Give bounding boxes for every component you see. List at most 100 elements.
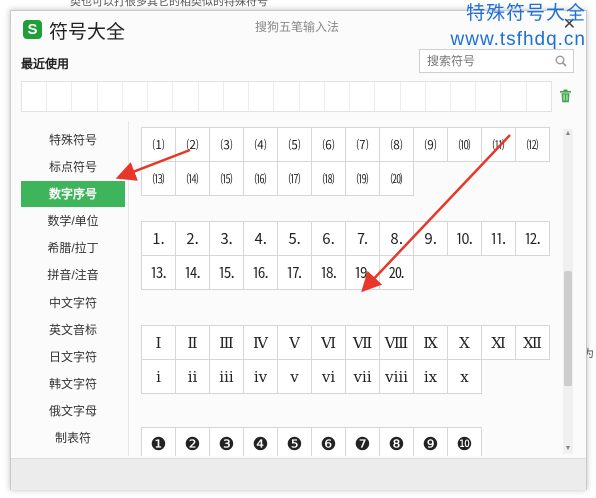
symbol-cell[interactable]: ❸ (209, 427, 244, 456)
symbol-cell[interactable]: ⒒ (481, 221, 516, 256)
symbol-cell[interactable]: Ⅷ (379, 325, 414, 360)
recent-slot[interactable] (501, 82, 527, 111)
symbol-cell[interactable]: ⒈ (141, 221, 176, 256)
recent-slot[interactable] (401, 82, 426, 111)
symbol-cell[interactable]: Ⅳ (243, 325, 278, 360)
symbol-cell[interactable]: ❾ (413, 427, 448, 456)
symbol-cell[interactable]: Ⅱ (175, 325, 210, 360)
recent-slot[interactable] (451, 82, 477, 111)
search-input[interactable] (420, 50, 547, 72)
symbol-cell[interactable]: ❿ (447, 427, 482, 456)
symbol-cell[interactable]: ⒕ (175, 255, 210, 290)
symbol-cell[interactable]: ❺ (277, 427, 312, 456)
recent-slot[interactable] (476, 82, 502, 111)
scroll-down-icon[interactable]: ▼ (563, 444, 573, 454)
symbol-cell[interactable]: ⑶ (209, 127, 244, 162)
symbol-cell[interactable]: ⅳ (243, 359, 278, 394)
symbol-cell[interactable]: ⒍ (311, 221, 346, 256)
symbol-cell[interactable]: ⒏ (379, 221, 414, 256)
symbol-cell[interactable]: ⒁ (175, 161, 210, 196)
symbol-cell[interactable]: ⑽ (447, 127, 482, 162)
symbol-cell[interactable]: ⑹ (311, 127, 346, 162)
symbol-cell[interactable]: ⒇ (379, 161, 414, 196)
recent-slot[interactable] (22, 82, 48, 111)
symbol-cell[interactable]: ⑾ (481, 127, 516, 162)
symbol-cell[interactable]: ⑷ (243, 127, 278, 162)
symbol-cell[interactable]: ⒅ (311, 161, 346, 196)
recent-slot[interactable] (224, 82, 250, 111)
symbol-cell[interactable]: ⑴ (141, 127, 176, 162)
symbol-cell[interactable]: ⒛ (379, 255, 414, 290)
recent-slot[interactable] (98, 82, 123, 111)
symbol-cell[interactable]: ⒌ (277, 221, 312, 256)
sidebar-item[interactable]: 拼音/注音 (21, 262, 125, 288)
symbol-cell[interactable]: ⑻ (379, 127, 414, 162)
sidebar-item[interactable]: 制表符 (21, 425, 125, 451)
symbol-cell[interactable]: Ⅸ (413, 325, 448, 360)
symbol-cell[interactable]: ⑵ (175, 127, 210, 162)
trash-icon[interactable] (559, 89, 572, 103)
recent-slot[interactable] (199, 82, 224, 111)
symbol-cell[interactable]: ⒐ (413, 221, 448, 256)
symbol-cell[interactable]: Ⅰ (141, 325, 176, 360)
symbol-cell[interactable]: ⑼ (413, 127, 448, 162)
symbol-cell[interactable]: ❶ (141, 427, 176, 456)
scrollbar[interactable]: ▲ ▼ (563, 129, 573, 454)
scroll-thumb[interactable] (564, 271, 572, 386)
symbol-cell[interactable]: ⅸ (413, 359, 448, 394)
sidebar-item[interactable]: 日文字符 (21, 344, 125, 370)
symbol-cell[interactable]: ❹ (243, 427, 278, 456)
recent-slot[interactable] (300, 82, 325, 111)
symbol-cell[interactable]: ⑿ (515, 127, 550, 162)
symbol-cell[interactable]: ⒄ (277, 161, 312, 196)
symbol-cell[interactable]: ⒘ (277, 255, 312, 290)
recent-slot[interactable] (325, 82, 351, 111)
sidebar-item[interactable]: 英文音标 (21, 317, 125, 343)
symbol-cell[interactable]: ⒎ (345, 221, 380, 256)
recent-slot[interactable] (72, 82, 98, 111)
recent-slot[interactable] (426, 82, 451, 111)
search-box[interactable] (419, 49, 574, 73)
symbol-cell[interactable]: ⅰ (141, 359, 176, 394)
symbol-cell[interactable]: ⒚ (345, 255, 380, 290)
recent-slot[interactable] (148, 82, 174, 111)
symbol-cell[interactable]: ⅶ (345, 359, 380, 394)
symbol-cell[interactable]: ⒗ (243, 255, 278, 290)
symbol-cell[interactable]: ❻ (311, 427, 346, 456)
recent-slot[interactable] (173, 82, 199, 111)
symbol-cell[interactable]: Ⅶ (345, 325, 380, 360)
symbol-cell[interactable]: ❷ (175, 427, 210, 456)
symbol-cell[interactable]: ⅴ (277, 359, 312, 394)
sidebar-item[interactable]: 数字序号 (21, 181, 125, 208)
symbol-cell[interactable]: ⒂ (209, 161, 244, 196)
sidebar-item[interactable]: 数学/单位 (21, 208, 125, 234)
sidebar-item[interactable]: 特殊符号 (21, 127, 125, 153)
symbol-cell[interactable]: ❽ (379, 427, 414, 456)
symbol-cell[interactable]: ⒔ (141, 255, 176, 290)
symbol-cell[interactable]: ⒙ (311, 255, 346, 290)
symbol-cell[interactable]: ⅲ (209, 359, 244, 394)
symbol-cell[interactable]: Ⅹ (447, 325, 482, 360)
sidebar-item[interactable]: 韩文字符 (21, 371, 125, 397)
symbol-cell[interactable]: ⒑ (447, 221, 482, 256)
symbol-cell[interactable]: ⅱ (175, 359, 210, 394)
symbol-cell[interactable]: ⅷ (379, 359, 414, 394)
recent-slot[interactable] (47, 82, 73, 111)
recent-slot[interactable] (375, 82, 401, 111)
symbol-cell[interactable]: ⒃ (243, 161, 278, 196)
symbol-cell[interactable]: ⑸ (277, 127, 312, 162)
symbol-cell[interactable]: ⒖ (209, 255, 244, 290)
recent-slot[interactable] (527, 82, 551, 111)
sidebar-item[interactable]: 俄文字母 (21, 398, 125, 424)
recent-slot[interactable] (123, 82, 149, 111)
symbol-cell[interactable]: Ⅵ (311, 325, 346, 360)
scroll-up-icon[interactable]: ▲ (563, 129, 573, 139)
symbol-cell[interactable]: ⒊ (209, 221, 244, 256)
recent-slot[interactable] (249, 82, 275, 111)
symbol-cell[interactable]: ❼ (345, 427, 380, 456)
symbol-cell[interactable]: Ⅻ (515, 325, 550, 360)
symbol-cell[interactable]: ⒀ (141, 161, 176, 196)
symbol-cell[interactable]: ⑺ (345, 127, 380, 162)
symbol-cell[interactable]: Ⅴ (277, 325, 312, 360)
recent-slot[interactable] (274, 82, 300, 111)
